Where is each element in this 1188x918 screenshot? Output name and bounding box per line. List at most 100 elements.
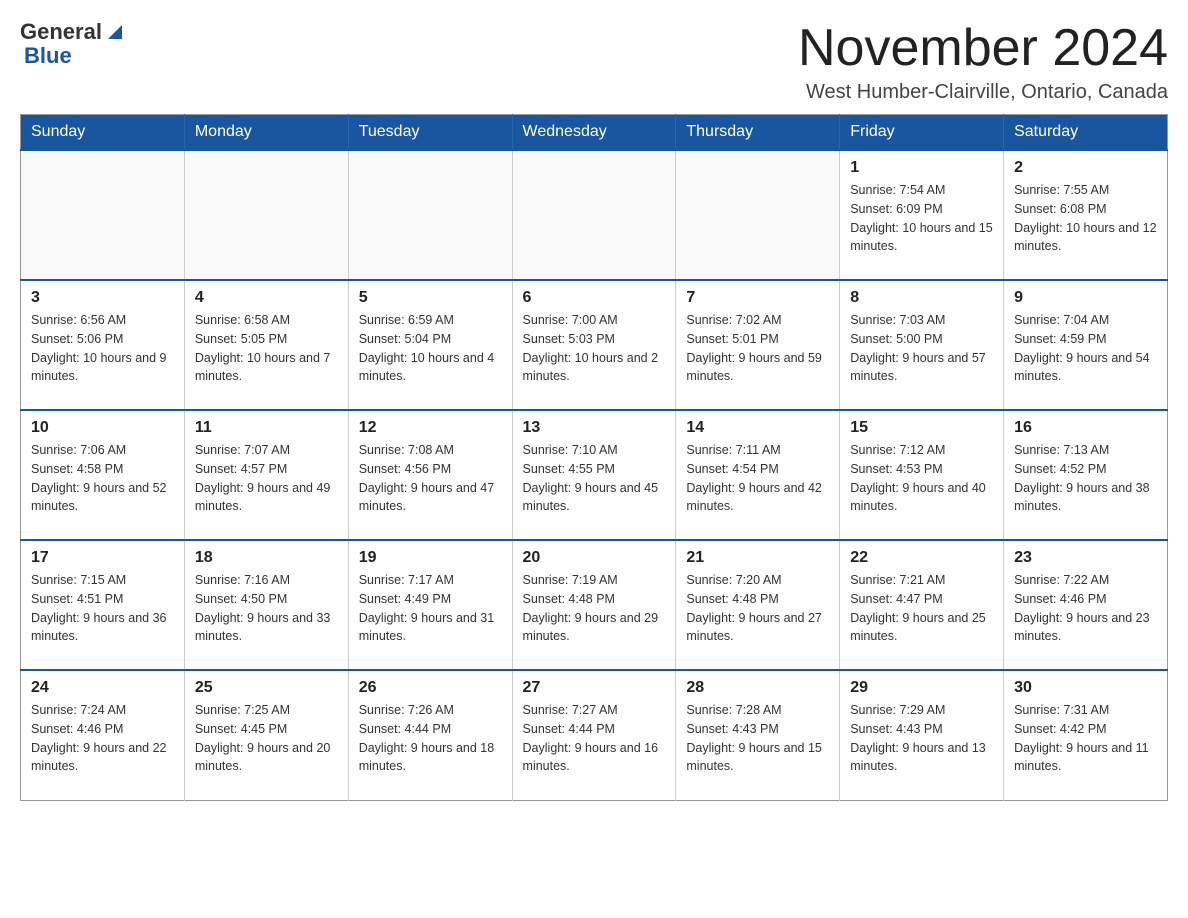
day-number: 5 bbox=[359, 289, 502, 307]
day-info: Sunrise: 7:20 AMSunset: 4:48 PMDaylight:… bbox=[686, 571, 829, 646]
calendar-cell: 16Sunrise: 7:13 AMSunset: 4:52 PMDayligh… bbox=[1004, 410, 1168, 540]
day-number: 7 bbox=[686, 289, 829, 307]
calendar-cell: 3 Sunrise: 6:56 AMSunset: 5:06 PMDaylight… bbox=[21, 280, 185, 410]
weekday-header-saturday: Saturday bbox=[1004, 115, 1168, 151]
calendar-cell: 29 Sunrise: 7:29 AMSunset: 4:43 PMDayligh… bbox=[840, 670, 1004, 800]
calendar-cell: 17 Sunrise: 7:15 AMSunset: 4:51 PMDayligh… bbox=[21, 540, 185, 670]
day-number: 20 bbox=[523, 549, 666, 567]
day-number: 27 bbox=[523, 679, 666, 697]
calendar-cell bbox=[21, 150, 185, 280]
calendar-cell: 14Sunrise: 7:11 AMSunset: 4:54 PMDayligh… bbox=[676, 410, 840, 540]
calendar-cell bbox=[512, 150, 676, 280]
calendar-cell: 1 Sunrise: 7:54 AMSunset: 6:09 PMDaylight… bbox=[840, 150, 1004, 280]
calendar-cell: 4 Sunrise: 6:58 AMSunset: 5:05 PMDaylight… bbox=[184, 280, 348, 410]
calendar-week-row: 10 Sunrise: 7:06 AMSunset: 4:58 PMDayligh… bbox=[21, 410, 1168, 540]
calendar-cell: 21 Sunrise: 7:20 AMSunset: 4:48 PMDayligh… bbox=[676, 540, 840, 670]
day-info: Sunrise: 7:55 AMSunset: 6:08 PMDaylight:… bbox=[1014, 181, 1157, 256]
day-number: 13 bbox=[523, 419, 666, 437]
day-info: Sunrise: 7:08 AMSunset: 4:56 PMDaylight:… bbox=[359, 441, 502, 516]
day-info: Sunrise: 7:00 AMSunset: 5:03 PMDaylight:… bbox=[523, 311, 666, 386]
day-info: Sunrise: 7:11 AMSunset: 4:54 PMDaylight:… bbox=[686, 441, 829, 516]
day-info: Sunrise: 7:26 AMSunset: 4:44 PMDaylight:… bbox=[359, 701, 502, 776]
day-number: 19 bbox=[359, 549, 502, 567]
day-number: 21 bbox=[686, 549, 829, 567]
calendar-cell: 24 Sunrise: 7:24 AMSunset: 4:46 PMDayligh… bbox=[21, 670, 185, 800]
month-title: November 2024 bbox=[798, 20, 1168, 77]
day-number: 24 bbox=[31, 679, 174, 697]
day-info: Sunrise: 7:19 AMSunset: 4:48 PMDaylight:… bbox=[523, 571, 666, 646]
day-number: 22 bbox=[850, 549, 993, 567]
page-header: General Blue November 2024 West Humber-C… bbox=[20, 20, 1168, 104]
day-info: Sunrise: 7:22 AMSunset: 4:46 PMDaylight:… bbox=[1014, 571, 1157, 646]
day-info: Sunrise: 7:24 AMSunset: 4:46 PMDaylight:… bbox=[31, 701, 174, 776]
day-number: 17 bbox=[31, 549, 174, 567]
day-info: Sunrise: 7:31 AMSunset: 4:42 PMDaylight:… bbox=[1014, 701, 1157, 776]
day-info: Sunrise: 7:10 AMSunset: 4:55 PMDaylight:… bbox=[523, 441, 666, 516]
calendar-cell: 25 Sunrise: 7:25 AMSunset: 4:45 PMDayligh… bbox=[184, 670, 348, 800]
weekday-header-monday: Monday bbox=[184, 115, 348, 151]
calendar-cell: 2 Sunrise: 7:55 AMSunset: 6:08 PMDaylight… bbox=[1004, 150, 1168, 280]
weekday-header-thursday: Thursday bbox=[676, 115, 840, 151]
day-number: 1 bbox=[850, 159, 993, 177]
title-block: November 2024 West Humber-Clairville, On… bbox=[798, 20, 1168, 104]
weekday-header-friday: Friday bbox=[840, 115, 1004, 151]
day-info: Sunrise: 7:21 AMSunset: 4:47 PMDaylight:… bbox=[850, 571, 993, 646]
day-info: Sunrise: 7:07 AMSunset: 4:57 PMDaylight:… bbox=[195, 441, 338, 516]
day-info: Sunrise: 7:04 AMSunset: 4:59 PMDaylight:… bbox=[1014, 311, 1157, 386]
day-info: Sunrise: 7:03 AMSunset: 5:00 PMDaylight:… bbox=[850, 311, 993, 386]
day-number: 15 bbox=[850, 419, 993, 437]
day-number: 26 bbox=[359, 679, 502, 697]
day-info: Sunrise: 6:58 AMSunset: 5:05 PMDaylight:… bbox=[195, 311, 338, 386]
calendar-cell: 30 Sunrise: 7:31 AMSunset: 4:42 PMDayligh… bbox=[1004, 670, 1168, 800]
calendar-cell bbox=[184, 150, 348, 280]
day-number: 11 bbox=[195, 419, 338, 437]
calendar-cell: 18 Sunrise: 7:16 AMSunset: 4:50 PMDayligh… bbox=[184, 540, 348, 670]
day-number: 16 bbox=[1014, 419, 1157, 437]
calendar-week-row: 1 Sunrise: 7:54 AMSunset: 6:09 PMDaylight… bbox=[21, 150, 1168, 280]
calendar-cell: 27Sunrise: 7:27 AMSunset: 4:44 PMDayligh… bbox=[512, 670, 676, 800]
logo-blue-text: Blue bbox=[24, 44, 126, 68]
calendar-cell: 6Sunrise: 7:00 AMSunset: 5:03 PMDaylight… bbox=[512, 280, 676, 410]
day-number: 23 bbox=[1014, 549, 1157, 567]
calendar-cell: 15 Sunrise: 7:12 AMSunset: 4:53 PMDayligh… bbox=[840, 410, 1004, 540]
day-number: 4 bbox=[195, 289, 338, 307]
calendar-cell: 26 Sunrise: 7:26 AMSunset: 4:44 PMDayligh… bbox=[348, 670, 512, 800]
day-number: 18 bbox=[195, 549, 338, 567]
calendar-cell bbox=[676, 150, 840, 280]
calendar-cell: 22 Sunrise: 7:21 AMSunset: 4:47 PMDayligh… bbox=[840, 540, 1004, 670]
weekday-header-wednesday: Wednesday bbox=[512, 115, 676, 151]
calendar-week-row: 3 Sunrise: 6:56 AMSunset: 5:06 PMDaylight… bbox=[21, 280, 1168, 410]
day-number: 2 bbox=[1014, 159, 1157, 177]
calendar-header-row: SundayMondayTuesdayWednesdayThursdayFrid… bbox=[21, 115, 1168, 151]
day-info: Sunrise: 7:17 AMSunset: 4:49 PMDaylight:… bbox=[359, 571, 502, 646]
day-number: 9 bbox=[1014, 289, 1157, 307]
day-info: Sunrise: 7:29 AMSunset: 4:43 PMDaylight:… bbox=[850, 701, 993, 776]
logo-general-text: General bbox=[20, 20, 102, 44]
day-info: Sunrise: 7:12 AMSunset: 4:53 PMDaylight:… bbox=[850, 441, 993, 516]
calendar-cell: 10 Sunrise: 7:06 AMSunset: 4:58 PMDayligh… bbox=[21, 410, 185, 540]
day-info: Sunrise: 6:59 AMSunset: 5:04 PMDaylight:… bbox=[359, 311, 502, 386]
calendar-cell: 23 Sunrise: 7:22 AMSunset: 4:46 PMDayligh… bbox=[1004, 540, 1168, 670]
day-info: Sunrise: 7:06 AMSunset: 4:58 PMDaylight:… bbox=[31, 441, 174, 516]
day-info: Sunrise: 7:02 AMSunset: 5:01 PMDaylight:… bbox=[686, 311, 829, 386]
day-number: 30 bbox=[1014, 679, 1157, 697]
day-number: 8 bbox=[850, 289, 993, 307]
calendar-cell: 20 Sunrise: 7:19 AMSunset: 4:48 PMDayligh… bbox=[512, 540, 676, 670]
day-info: Sunrise: 7:25 AMSunset: 4:45 PMDaylight:… bbox=[195, 701, 338, 776]
calendar-cell: 7 Sunrise: 7:02 AMSunset: 5:01 PMDaylight… bbox=[676, 280, 840, 410]
day-number: 25 bbox=[195, 679, 338, 697]
calendar-cell: 28Sunrise: 7:28 AMSunset: 4:43 PMDayligh… bbox=[676, 670, 840, 800]
day-info: Sunrise: 7:15 AMSunset: 4:51 PMDaylight:… bbox=[31, 571, 174, 646]
day-info: Sunrise: 7:16 AMSunset: 4:50 PMDaylight:… bbox=[195, 571, 338, 646]
day-number: 10 bbox=[31, 419, 174, 437]
calendar-cell: 12Sunrise: 7:08 AMSunset: 4:56 PMDayligh… bbox=[348, 410, 512, 540]
day-info: Sunrise: 7:54 AMSunset: 6:09 PMDaylight:… bbox=[850, 181, 993, 256]
calendar-week-row: 24 Sunrise: 7:24 AMSunset: 4:46 PMDayligh… bbox=[21, 670, 1168, 800]
calendar-cell: 5 Sunrise: 6:59 AMSunset: 5:04 PMDaylight… bbox=[348, 280, 512, 410]
calendar-cell: 19 Sunrise: 7:17 AMSunset: 4:49 PMDayligh… bbox=[348, 540, 512, 670]
day-info: Sunrise: 6:56 AMSunset: 5:06 PMDaylight:… bbox=[31, 311, 174, 386]
day-number: 29 bbox=[850, 679, 993, 697]
calendar-cell: 11 Sunrise: 7:07 AMSunset: 4:57 PMDayligh… bbox=[184, 410, 348, 540]
day-number: 3 bbox=[31, 289, 174, 307]
calendar-cell: 8 Sunrise: 7:03 AMSunset: 5:00 PMDaylight… bbox=[840, 280, 1004, 410]
